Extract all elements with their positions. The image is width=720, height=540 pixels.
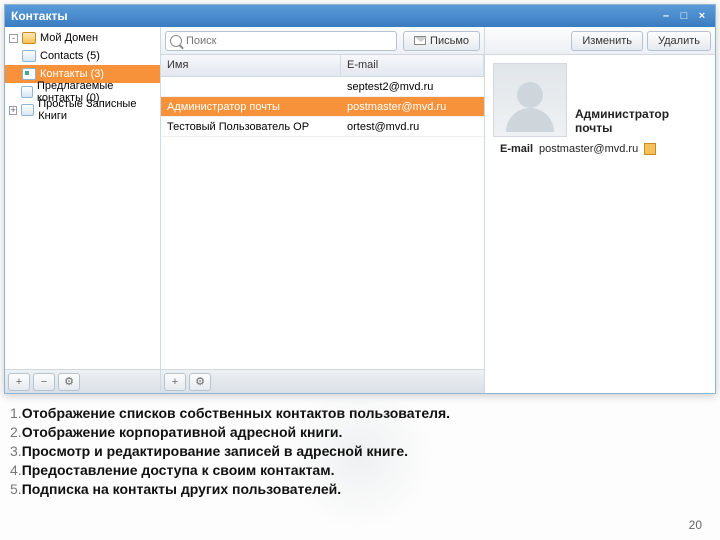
sidebar-item-label: Contacts (5) (40, 50, 100, 62)
folder-icon (21, 104, 34, 116)
maximize-icon[interactable]: □ (677, 9, 691, 23)
contact-settings-button[interactable]: ⚙ (189, 373, 211, 391)
detail-body: Администратор почты E-mail postmaster@mv… (485, 55, 715, 393)
close-icon[interactable]: × (695, 9, 709, 23)
compose-button[interactable]: Письмо (403, 31, 480, 51)
page-number: 20 (689, 518, 702, 532)
domain-icon (22, 32, 36, 44)
detail-toolbar: Изменить Удалить (485, 27, 715, 55)
card-icon (22, 68, 36, 80)
sidebar-item-label: Контакты (3) (40, 68, 104, 80)
cell-mail: postmaster@mvd.ru (341, 101, 484, 113)
search-input[interactable] (186, 35, 392, 47)
mail-value: postmaster@mvd.ru (539, 143, 638, 155)
sidebar: - Мой Домен Contacts (5) Контакты (3) (5, 27, 161, 393)
cell-name: Тестовый Пользователь ОР (161, 121, 341, 133)
col-name-header[interactable]: Имя (161, 55, 341, 76)
contacts-window: Контакты – □ × - Мой Домен Contacts (5) (4, 4, 716, 394)
mail-label: E-mail (493, 143, 533, 155)
minimize-icon[interactable]: – (659, 9, 673, 23)
expander-icon[interactable]: - (9, 34, 18, 43)
table-row[interactable]: septest2@mvd.ru (161, 77, 484, 97)
cell-mail: ortest@mvd.ru (341, 121, 484, 133)
expander-icon[interactable]: + (9, 106, 17, 115)
note-icon[interactable] (644, 143, 656, 155)
sidebar-toolbar: + − ⚙ (5, 369, 160, 393)
avatar (493, 63, 567, 137)
table-row[interactable]: Администратор почты postmaster@mvd.ru (161, 97, 484, 117)
detail-mail-row: E-mail postmaster@mvd.ru (493, 143, 707, 155)
sidebar-item-label: Простые Записные Книги (38, 98, 156, 122)
folder-settings-button[interactable]: ⚙ (58, 373, 80, 391)
envelope-icon (414, 36, 426, 45)
contact-list-panel: Письмо Имя E-mail septest2@mvd.ru Админи… (161, 27, 485, 393)
sidebar-item-notebooks[interactable]: + Простые Записные Книги (5, 101, 160, 119)
delete-button[interactable]: Удалить (647, 31, 711, 51)
list-toolbar: Письмо (161, 27, 484, 55)
list-bottom-toolbar: + ⚙ (161, 369, 484, 393)
compose-label: Письмо (430, 35, 469, 47)
slide-notes: 1.Отображение списков собственных контак… (10, 404, 710, 498)
edit-button[interactable]: Изменить (571, 31, 643, 51)
table-header: Имя E-mail (161, 55, 484, 77)
table-body: septest2@mvd.ru Администратор почты post… (161, 77, 484, 369)
search-field[interactable] (165, 31, 397, 51)
add-contact-button[interactable]: + (164, 373, 186, 391)
add-folder-button[interactable]: + (8, 373, 30, 391)
remove-folder-button[interactable]: − (33, 373, 55, 391)
folder-icon (21, 86, 33, 98)
sidebar-item-mydomain[interactable]: - Мой Домен (5, 29, 160, 47)
window-body: - Мой Домен Contacts (5) Контакты (3) (5, 27, 715, 393)
sidebar-item-contacts[interactable]: Contacts (5) (5, 47, 160, 65)
cell-name: Администратор почты (161, 101, 341, 113)
sidebar-item-label: Мой Домен (40, 32, 98, 44)
window-title: Контакты (11, 9, 655, 23)
folder-tree: - Мой Домен Contacts (5) Контакты (3) (5, 27, 160, 369)
titlebar[interactable]: Контакты – □ × (5, 5, 715, 27)
detail-panel: Изменить Удалить Администратор почты E-m… (485, 27, 715, 393)
cell-mail: septest2@mvd.ru (341, 81, 484, 93)
table-row[interactable]: Тестовый Пользователь ОР ortest@mvd.ru (161, 117, 484, 137)
folder-icon (22, 50, 36, 62)
search-icon (170, 35, 182, 47)
col-mail-header[interactable]: E-mail (341, 55, 484, 76)
